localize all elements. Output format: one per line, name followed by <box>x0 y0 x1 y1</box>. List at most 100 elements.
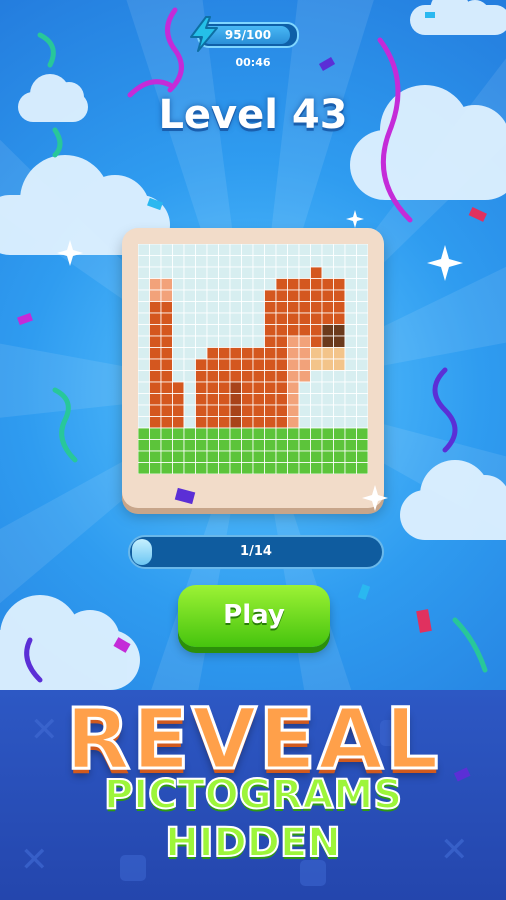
pixel-cell[interactable] <box>229 370 242 383</box>
pixel-cell[interactable] <box>264 393 277 406</box>
pixel-cell[interactable] <box>321 301 334 314</box>
pixel-cell[interactable] <box>252 358 265 371</box>
pixel-cell[interactable] <box>298 381 311 394</box>
pixel-cell[interactable] <box>206 462 219 475</box>
pixel-cell[interactable] <box>344 244 357 256</box>
pixel-cell[interactable] <box>310 255 323 268</box>
pixel-cell[interactable] <box>287 462 300 475</box>
pixel-cell[interactable] <box>356 370 369 383</box>
pixel-cell[interactable] <box>344 427 357 440</box>
pixel-cell[interactable] <box>356 278 369 291</box>
pixel-cell[interactable] <box>264 427 277 440</box>
pixel-cell[interactable] <box>298 347 311 360</box>
pixel-cell[interactable] <box>252 404 265 417</box>
pixel-cell[interactable] <box>218 347 231 360</box>
pixel-cell[interactable] <box>264 381 277 394</box>
pixel-cell[interactable] <box>275 266 288 279</box>
pixel-cell[interactable] <box>229 358 242 371</box>
pixel-cell[interactable] <box>356 324 369 337</box>
pixel-cell[interactable] <box>218 404 231 417</box>
pixel-cell[interactable] <box>252 347 265 360</box>
pixel-cell[interactable] <box>356 439 369 452</box>
pixel-cell[interactable] <box>183 289 196 302</box>
pixel-cell[interactable] <box>252 335 265 348</box>
pixel-cell[interactable] <box>172 312 185 325</box>
pixel-cell[interactable] <box>298 450 311 463</box>
pixel-cell[interactable] <box>264 370 277 383</box>
pixel-cell[interactable] <box>241 347 254 360</box>
pixel-cell[interactable] <box>344 370 357 383</box>
pixel-cell[interactable] <box>160 266 173 279</box>
pixel-cell[interactable] <box>149 347 162 360</box>
pixel-cell[interactable] <box>160 450 173 463</box>
pixel-cell[interactable] <box>149 312 162 325</box>
pixel-cell[interactable] <box>138 439 150 452</box>
pixel-cell[interactable] <box>172 301 185 314</box>
pixel-cell[interactable] <box>138 358 150 371</box>
pixel-cell[interactable] <box>321 393 334 406</box>
pixel-cell[interactable] <box>333 462 346 475</box>
pixel-cell[interactable] <box>252 312 265 325</box>
pixel-cell[interactable] <box>206 404 219 417</box>
pixel-cell[interactable] <box>333 450 346 463</box>
pixel-cell[interactable] <box>206 381 219 394</box>
pixel-cell[interactable] <box>206 358 219 371</box>
pixel-cell[interactable] <box>138 416 150 429</box>
pixel-cell[interactable] <box>275 244 288 256</box>
pixel-cell[interactable] <box>241 255 254 268</box>
pixel-cell[interactable] <box>275 301 288 314</box>
pixel-cell[interactable] <box>172 404 185 417</box>
pixel-cell[interactable] <box>264 450 277 463</box>
pixel-cell[interactable] <box>298 404 311 417</box>
pixel-cell[interactable] <box>321 462 334 475</box>
pixel-cell[interactable] <box>138 255 150 268</box>
pixel-cell[interactable] <box>160 358 173 371</box>
pixel-cell[interactable] <box>149 324 162 337</box>
pixel-cell[interactable] <box>160 427 173 440</box>
pixel-cell[interactable] <box>229 381 242 394</box>
pixel-cell[interactable] <box>229 416 242 429</box>
pixel-cell[interactable] <box>195 370 208 383</box>
pixel-cell[interactable] <box>149 266 162 279</box>
pixel-cell[interactable] <box>344 358 357 371</box>
pixel-cell[interactable] <box>287 450 300 463</box>
pixel-cell[interactable] <box>183 358 196 371</box>
pixel-cell[interactable] <box>252 289 265 302</box>
pixel-cell[interactable] <box>218 312 231 325</box>
pixel-cell[interactable] <box>206 427 219 440</box>
pixel-cell[interactable] <box>183 427 196 440</box>
pixel-cell[interactable] <box>344 439 357 452</box>
pixel-cell[interactable] <box>218 381 231 394</box>
pixel-cell[interactable] <box>183 416 196 429</box>
pixel-cell[interactable] <box>218 370 231 383</box>
pixel-cell[interactable] <box>229 278 242 291</box>
pixel-cell[interactable] <box>356 335 369 348</box>
pixel-cell[interactable] <box>160 393 173 406</box>
pixel-cell[interactable] <box>333 393 346 406</box>
pixel-cell[interactable] <box>356 462 369 475</box>
pixel-cell[interactable] <box>149 335 162 348</box>
pixel-cell[interactable] <box>321 381 334 394</box>
pixel-cell[interactable] <box>321 266 334 279</box>
pixel-cell[interactable] <box>356 347 369 360</box>
pixel-cell[interactable] <box>172 416 185 429</box>
pixel-cell[interactable] <box>321 335 334 348</box>
pixel-cell[interactable] <box>356 416 369 429</box>
pixel-cell[interactable] <box>183 462 196 475</box>
pixel-cell[interactable] <box>195 289 208 302</box>
pixel-cell[interactable] <box>287 404 300 417</box>
pixel-cell[interactable] <box>321 255 334 268</box>
pixel-cell[interactable] <box>138 347 150 360</box>
pixel-cell[interactable] <box>310 266 323 279</box>
pixel-cell[interactable] <box>264 462 277 475</box>
pixel-cell[interactable] <box>195 255 208 268</box>
pixel-cell[interactable] <box>195 312 208 325</box>
pixel-cell[interactable] <box>310 427 323 440</box>
pixel-cell[interactable] <box>138 450 150 463</box>
pixel-cell[interactable] <box>287 266 300 279</box>
pixel-cell[interactable] <box>206 266 219 279</box>
pixel-cell[interactable] <box>229 324 242 337</box>
pixel-cell[interactable] <box>298 335 311 348</box>
pixel-cell[interactable] <box>195 416 208 429</box>
pixel-cell[interactable] <box>333 381 346 394</box>
